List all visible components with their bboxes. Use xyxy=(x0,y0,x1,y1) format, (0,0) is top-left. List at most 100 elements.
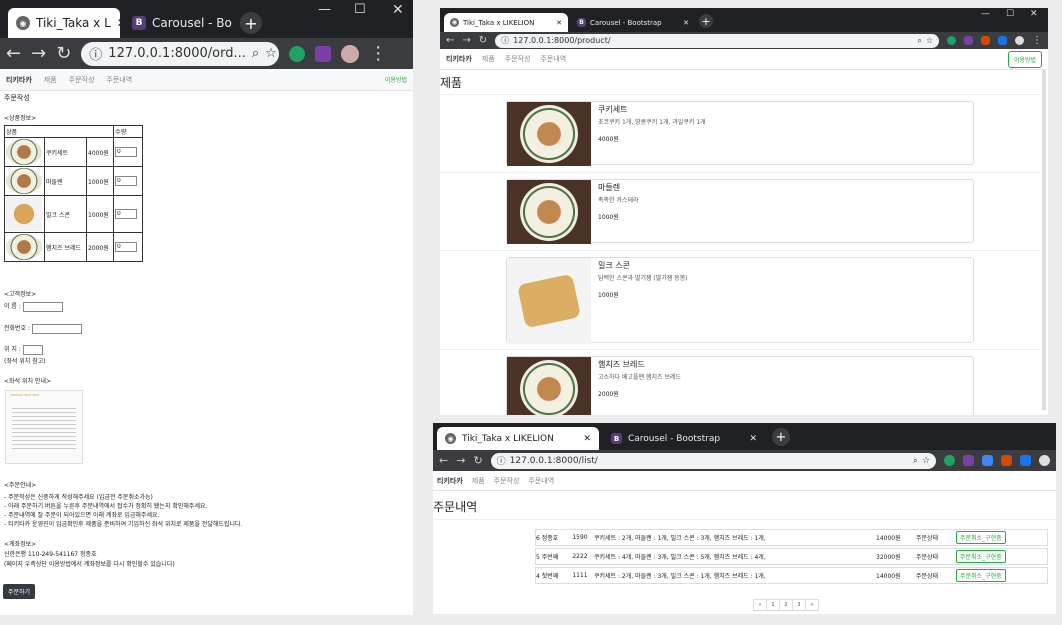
close-icon[interactable]: ✕ xyxy=(683,19,689,27)
evernote-icon[interactable] xyxy=(289,45,306,62)
onenote-icon[interactable] xyxy=(963,455,974,466)
nav-product[interactable]: 제품 xyxy=(44,75,57,85)
minimize-icon[interactable]: — xyxy=(981,9,990,19)
page-next[interactable]: » xyxy=(805,599,819,611)
tab-carousel[interactable]: B Carousel - Bo ✕ xyxy=(124,8,236,38)
office-icon[interactable] xyxy=(1001,455,1012,466)
onenote-icon[interactable] xyxy=(964,36,973,45)
new-tab-icon[interactable]: + xyxy=(240,12,262,34)
star-icon[interactable]: ☆ xyxy=(265,46,277,61)
phone-field[interactable] xyxy=(31,323,82,334)
minimize-icon[interactable]: — xyxy=(318,2,331,17)
order-row: 5 주번째 2222 쿠키세트 : 4개, 마들렌 : 3개, 밀크 스콘 : … xyxy=(535,548,1048,565)
cancel-order-button[interactable]: 주문취소_구현중 xyxy=(956,550,1006,563)
help-button[interactable]: 이용방법 xyxy=(1007,50,1042,68)
close-icon[interactable]: ✕ xyxy=(556,19,562,27)
nav-order-list[interactable]: 주문내역 xyxy=(540,54,566,64)
close-icon[interactable]: ✕ xyxy=(117,16,120,30)
product-card[interactable]: 햄치즈 브레드 고소하다 베고플땐 햄치즈 브레드 2000원 xyxy=(506,356,974,415)
maximize-icon[interactable]: ☐ xyxy=(354,2,366,17)
order-total: 32000원 xyxy=(876,554,901,561)
help-button[interactable]: 이용방법 xyxy=(385,75,407,84)
brand-link[interactable]: 티키타카 xyxy=(437,476,463,486)
back-icon[interactable]: ← xyxy=(446,35,454,46)
product-image xyxy=(6,168,42,194)
menu-icon[interactable]: ⋮ xyxy=(369,43,387,64)
quantity-input[interactable] xyxy=(115,176,138,186)
reload-icon[interactable]: ↻ xyxy=(56,43,71,64)
brand-link[interactable]: 티키타카 xyxy=(6,75,32,85)
extension-icon[interactable] xyxy=(1020,455,1031,466)
product-desc: 촉촉한 카스테라 xyxy=(598,197,639,204)
tab-tiki[interactable]: ◉ Tiki_Taka x L ✕ xyxy=(8,8,120,38)
page-prev[interactable]: « xyxy=(753,599,767,611)
location-field[interactable] xyxy=(22,344,43,355)
tab-carousel[interactable]: B Carousel - Bootstrap ✕ xyxy=(603,427,765,450)
tab-tiki[interactable]: ◉ Tiki_Taka x LIKELION ✕ xyxy=(437,427,599,450)
address-bar[interactable]: ⓘ 127.0.0.1:8000/product/ ⌕ ☆ xyxy=(495,33,939,48)
notice-line: - 주문작성은 신중하게 작성해주세요 (입금전 주문취소가능) xyxy=(4,494,153,501)
product-image xyxy=(507,357,591,415)
tab-carousel[interactable]: B Carousel - Bootstrap ✕ xyxy=(571,13,695,32)
address-bar[interactable]: ⓘ 127.0.0.1:8000/ord... ⌕ ☆ xyxy=(81,41,280,66)
office-icon[interactable] xyxy=(981,36,990,45)
order-button[interactable]: 주문하기 xyxy=(3,584,36,599)
avatar[interactable] xyxy=(341,44,360,63)
tab-title: Carousel - Bootstrap xyxy=(590,18,662,27)
nav-order-form[interactable]: 주문작성 xyxy=(69,75,95,85)
product-card[interactable]: 마들렌 촉촉한 카스테라 1000원 xyxy=(506,179,974,244)
close-window-icon[interactable]: ✕ xyxy=(1030,9,1038,19)
page-link[interactable]: 1 xyxy=(766,599,780,611)
close-icon[interactable]: ✕ xyxy=(749,434,757,444)
quantity-input[interactable] xyxy=(115,242,138,252)
onenote-icon[interactable] xyxy=(315,45,332,62)
globe-icon: ◉ xyxy=(445,433,456,444)
nav-order-list[interactable]: 주문내역 xyxy=(528,476,554,486)
reload-icon[interactable]: ↻ xyxy=(479,35,487,46)
avatar[interactable] xyxy=(1015,36,1024,45)
forward-icon[interactable]: → xyxy=(31,43,46,64)
product-card[interactable]: 밀크 스콘 담백한 스콘과 딸기잼 (딸기잼 동봉) 1000원 xyxy=(506,257,974,344)
product-card[interactable]: 쿠키세트 초코쿠키 1개, 땅콩쿠키 1개, 과일쿠키 1개 4000원 xyxy=(506,101,974,166)
zoom-icon[interactable]: ⌕ xyxy=(917,36,921,46)
close-window-icon[interactable]: ✕ xyxy=(392,2,404,18)
evernote-icon[interactable] xyxy=(944,455,955,466)
extension-icon[interactable] xyxy=(998,36,1007,45)
evernote-icon[interactable] xyxy=(947,36,956,45)
star-icon[interactable]: ☆ xyxy=(926,36,933,45)
scrollbar[interactable] xyxy=(1042,70,1046,410)
zoom-icon[interactable]: ⌕ xyxy=(913,456,918,466)
menu-icon[interactable]: ⋮ xyxy=(1032,35,1042,46)
back-icon[interactable]: ← xyxy=(6,43,21,64)
forward-icon[interactable]: → xyxy=(456,454,465,467)
docs-icon[interactable] xyxy=(982,455,993,466)
pagination: « 1 2 3 » xyxy=(753,599,819,611)
maximize-icon[interactable]: ☐ xyxy=(1006,9,1014,19)
download-icon[interactable] xyxy=(1039,455,1050,466)
new-tab-icon[interactable]: + xyxy=(772,428,790,446)
cancel-order-button[interactable]: 주문취소_구현중 xyxy=(956,531,1006,544)
cancel-order-button[interactable]: 주문취소_구현중 xyxy=(956,569,1006,582)
quantity-input[interactable] xyxy=(115,147,138,157)
brand-link[interactable]: 티키타카 xyxy=(446,54,472,64)
nav-product[interactable]: 제품 xyxy=(472,476,485,486)
new-tab-icon[interactable]: + xyxy=(699,14,713,28)
seat-map-image: TIKITAKA SEAT MAP xyxy=(5,390,83,464)
name-field[interactable] xyxy=(22,301,63,312)
page-link[interactable]: 3 xyxy=(792,599,806,611)
close-icon[interactable]: ✕ xyxy=(583,434,591,444)
back-icon[interactable]: ← xyxy=(439,454,448,467)
nav-order-list[interactable]: 주문내역 xyxy=(106,75,132,85)
nav-order-form[interactable]: 주문작성 xyxy=(494,476,520,486)
star-icon[interactable]: ☆ xyxy=(922,456,930,466)
reload-icon[interactable]: ↻ xyxy=(473,454,482,467)
forward-icon[interactable]: → xyxy=(462,35,470,46)
address-bar[interactable]: ⓘ 127.0.0.1:8000/list/ ⌕ ☆ xyxy=(490,452,936,469)
tab-tiki[interactable]: ◉ Tiki_Taka x LIKELION ✕ xyxy=(444,13,568,32)
nav-product[interactable]: 제품 xyxy=(482,54,495,64)
quantity-input[interactable] xyxy=(115,209,138,219)
table-row: 마들렌 1000원 xyxy=(4,166,143,196)
zoom-icon[interactable]: ⌕ xyxy=(252,46,259,61)
page-link[interactable]: 2 xyxy=(779,599,793,611)
nav-order-form[interactable]: 주문작성 xyxy=(505,54,531,64)
